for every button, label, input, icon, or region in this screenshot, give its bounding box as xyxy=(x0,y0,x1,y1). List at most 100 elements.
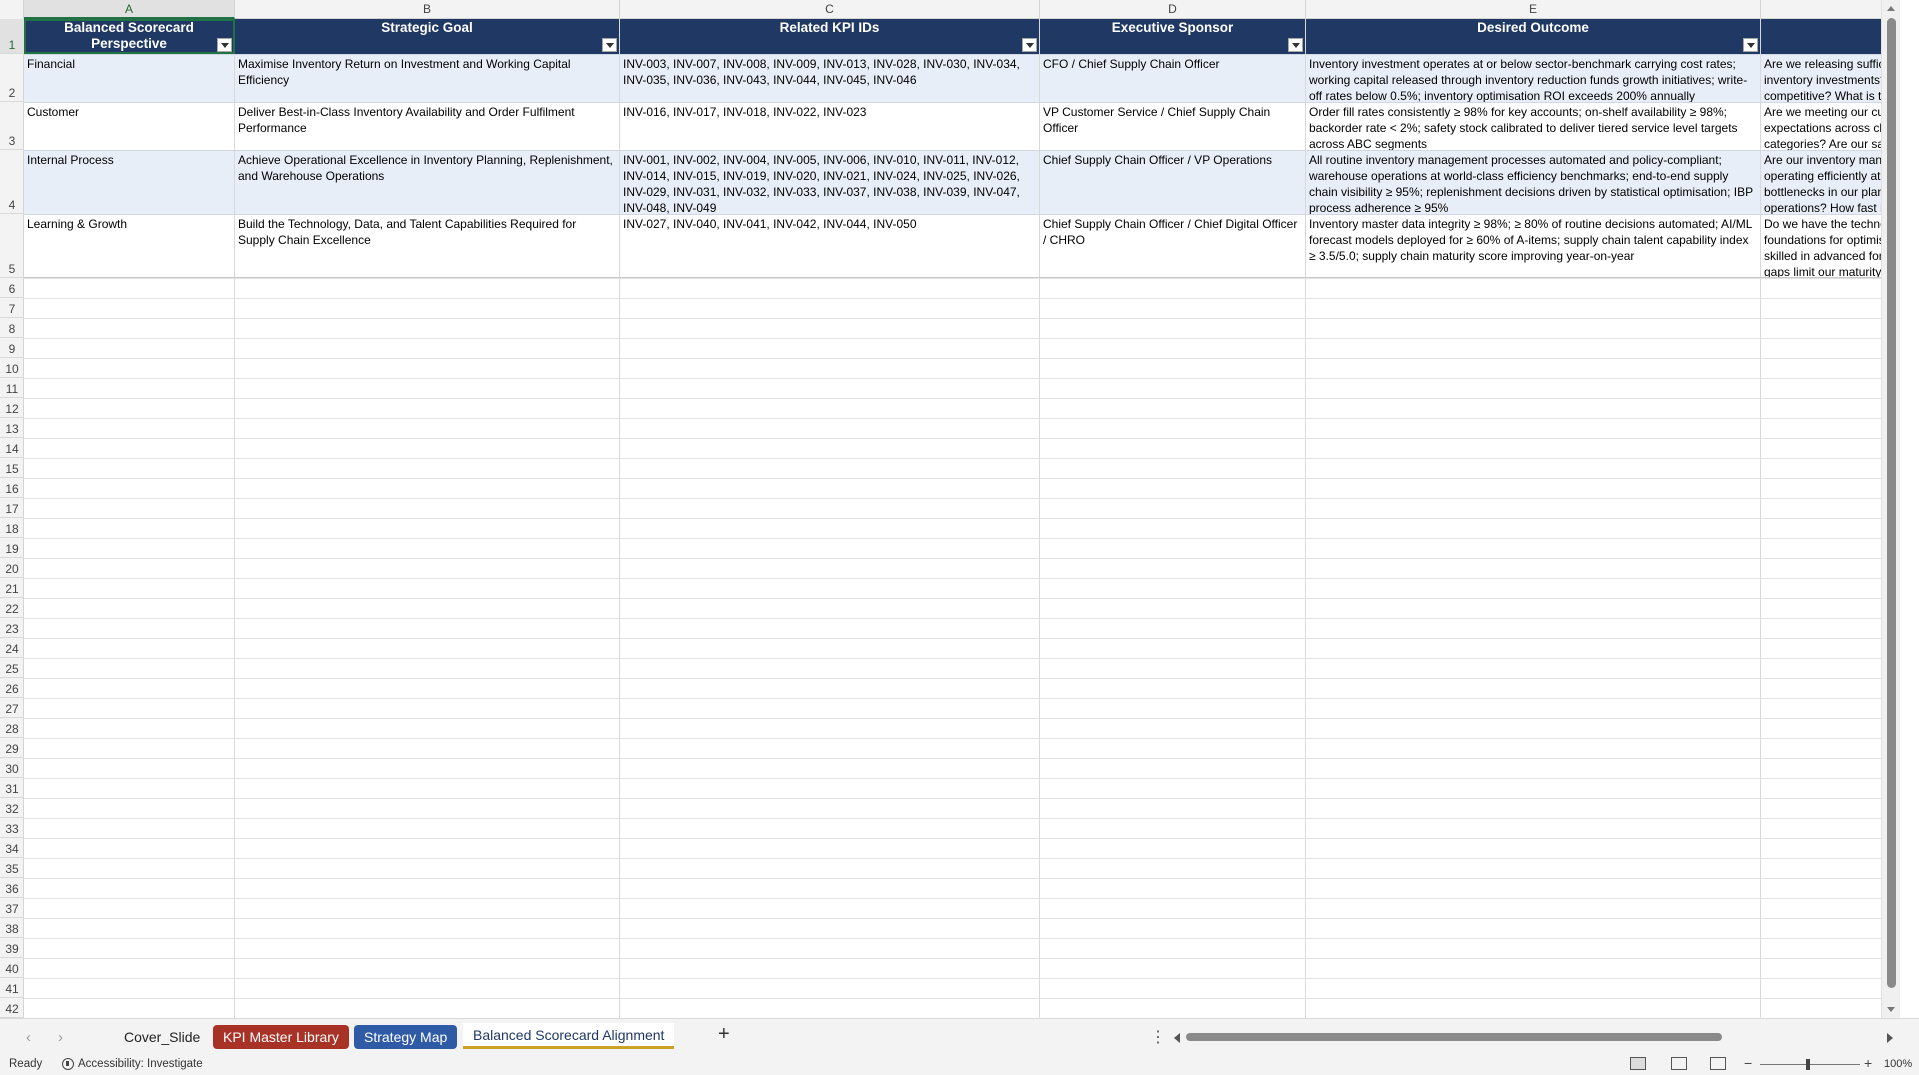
next-sheet-icon[interactable]: › xyxy=(58,1029,63,1046)
column-header-c[interactable]: C xyxy=(620,0,1040,19)
column-header-d[interactable]: D xyxy=(1040,0,1306,19)
cell-kpi-ids[interactable]: INV-016, INV-017, INV-018, INV-022, INV-… xyxy=(620,102,1039,150)
row-header-23[interactable]: 23 xyxy=(0,618,24,638)
filter-dropdown-icon[interactable] xyxy=(1022,38,1037,52)
zoom-level[interactable]: 100% xyxy=(1884,1058,1912,1070)
tab-cover-slide[interactable]: Cover_Slide xyxy=(114,1025,210,1049)
column-header-e[interactable]: E xyxy=(1306,0,1761,19)
cell-kpi-ids[interactable]: INV-003, INV-007, INV-008, INV-009, INV-… xyxy=(620,54,1039,102)
cell-strategic-goal[interactable]: Maximise Inventory Return on Investment … xyxy=(235,54,619,102)
row-header-19[interactable]: 19 xyxy=(0,538,24,558)
horizontal-scrollbar[interactable] xyxy=(1172,1027,1897,1047)
row-header-29[interactable]: 29 xyxy=(0,738,24,758)
cell-key-question[interactable]: Are we meeting our customers' availabili… xyxy=(1761,102,1900,150)
row-header-24[interactable]: 24 xyxy=(0,638,24,658)
tab-balanced-scorecard-alignment[interactable]: Balanced Scorecard Alignment xyxy=(463,1023,675,1049)
accessibility-status[interactable]: Accessibility: Investigate xyxy=(62,1058,203,1070)
row-header-5[interactable]: 5 xyxy=(0,214,24,278)
header-cell-perspective[interactable]: Balanced Scorecard Perspective xyxy=(24,19,234,54)
scroll-up-icon[interactable] xyxy=(1887,6,1895,11)
row-header-26[interactable]: 26 xyxy=(0,678,24,698)
page-break-icon[interactable] xyxy=(1710,1057,1726,1070)
row-header-6[interactable]: 6 xyxy=(0,278,24,298)
row-header-7[interactable]: 7 xyxy=(0,298,24,318)
row-header-10[interactable]: 10 xyxy=(0,358,24,378)
row-header-3[interactable]: 3 xyxy=(0,102,24,150)
row-header-9[interactable]: 9 xyxy=(0,338,24,358)
cell-perspective[interactable]: Learning & Growth xyxy=(24,214,234,278)
cell-executive-sponsor[interactable]: Chief Supply Chain Officer / Chief Digit… xyxy=(1040,214,1305,278)
cell-executive-sponsor[interactable]: Chief Supply Chain Officer / VP Operatio… xyxy=(1040,150,1305,214)
row-header-34[interactable]: 34 xyxy=(0,838,24,858)
row-header-38[interactable]: 38 xyxy=(0,918,24,938)
header-cell-kpi-ids[interactable]: Related KPI IDs xyxy=(620,19,1039,54)
select-all-corner[interactable] xyxy=(0,0,24,19)
row-header-40[interactable]: 40 xyxy=(0,958,24,978)
zoom-in-button[interactable]: + xyxy=(1864,1055,1872,1071)
row-header-30[interactable]: 30 xyxy=(0,758,24,778)
row-header-39[interactable]: 39 xyxy=(0,938,24,958)
row-header-41[interactable]: 41 xyxy=(0,978,24,998)
header-cell-col-f[interactable] xyxy=(1761,19,1900,54)
header-cell-executive-sponsor[interactable]: Executive Sponsor xyxy=(1040,19,1305,54)
row-header-36[interactable]: 36 xyxy=(0,878,24,898)
row-header-31[interactable]: 31 xyxy=(0,778,24,798)
row-header-12[interactable]: 12 xyxy=(0,398,24,418)
cell-key-question[interactable]: Do we have the technology and data found… xyxy=(1761,214,1900,278)
cell-perspective[interactable]: Customer xyxy=(24,102,234,150)
row-header-18[interactable]: 18 xyxy=(0,518,24,538)
cell-desired-outcome[interactable]: Inventory investment operates at or belo… xyxy=(1306,54,1760,102)
scroll-right-icon[interactable] xyxy=(1887,1033,1893,1043)
row-header-32[interactable]: 32 xyxy=(0,798,24,818)
cell-executive-sponsor[interactable]: VP Customer Service / Chief Supply Chain… xyxy=(1040,102,1305,150)
scroll-down-icon[interactable] xyxy=(1887,1007,1895,1012)
more-options-icon[interactable]: ⋮ xyxy=(1150,1027,1166,1047)
cell-desired-outcome[interactable]: Order fill rates consistently ≥ 98% for … xyxy=(1306,102,1760,150)
row-header-8[interactable]: 8 xyxy=(0,318,24,338)
zoom-out-button[interactable]: − xyxy=(1744,1055,1752,1071)
row-header-1[interactable]: 1 xyxy=(0,19,24,54)
row-header-35[interactable]: 35 xyxy=(0,858,24,878)
filter-dropdown-icon[interactable] xyxy=(1288,38,1303,52)
row-header-27[interactable]: 27 xyxy=(0,698,24,718)
cell-perspective[interactable]: Financial xyxy=(24,54,234,102)
column-header-a[interactable]: A xyxy=(24,0,235,19)
cell-kpi-ids[interactable]: INV-027, INV-040, INV-041, INV-042, INV-… xyxy=(620,214,1039,278)
row-header-15[interactable]: 15 xyxy=(0,458,24,478)
row-header-17[interactable]: 17 xyxy=(0,498,24,518)
tab-kpi-master-library[interactable]: KPI Master Library xyxy=(213,1025,349,1049)
spreadsheet-grid[interactable]: A B C D E 1 2 3 4 5 6 7 8 9 10 11 12 13 … xyxy=(0,0,1900,1018)
row-header-33[interactable]: 33 xyxy=(0,818,24,838)
row-header-11[interactable]: 11 xyxy=(0,378,24,398)
row-header-4[interactable]: 4 xyxy=(0,150,24,214)
cell-executive-sponsor[interactable]: CFO / Chief Supply Chain Officer xyxy=(1040,54,1305,102)
normal-view-icon[interactable] xyxy=(1630,1057,1646,1070)
vertical-scrollbar[interactable] xyxy=(1881,0,1900,1018)
cell-strategic-goal[interactable]: Deliver Best-in-Class Inventory Availabi… xyxy=(235,102,619,150)
scroll-left-icon[interactable] xyxy=(1174,1033,1180,1043)
row-header-28[interactable]: 28 xyxy=(0,718,24,738)
cell-strategic-goal[interactable]: Build the Technology, Data, and Talent C… xyxy=(235,214,619,278)
filter-dropdown-icon[interactable] xyxy=(602,38,617,52)
column-header-b[interactable]: B xyxy=(235,0,620,19)
row-header-13[interactable]: 13 xyxy=(0,418,24,438)
cell-key-question[interactable]: Are we releasing sufficient working capi… xyxy=(1761,54,1900,102)
cell-strategic-goal[interactable]: Achieve Operational Excellence in Invent… xyxy=(235,150,619,214)
filter-dropdown-icon[interactable] xyxy=(1743,38,1758,52)
page-layout-icon[interactable] xyxy=(1671,1057,1687,1070)
row-header-16[interactable]: 16 xyxy=(0,478,24,498)
cell-kpi-ids[interactable]: INV-001, INV-002, INV-004, INV-005, INV-… xyxy=(620,150,1039,214)
zoom-slider-handle[interactable] xyxy=(1806,1059,1810,1070)
filter-dropdown-icon[interactable] xyxy=(217,38,232,52)
cell-desired-outcome[interactable]: All routine inventory management process… xyxy=(1306,150,1760,214)
row-header-2[interactable]: 2 xyxy=(0,54,24,102)
add-sheet-button[interactable]: + xyxy=(718,1023,730,1046)
row-header-42[interactable]: 42 xyxy=(0,998,24,1018)
row-header-22[interactable]: 22 xyxy=(0,598,24,618)
header-cell-desired-outcome[interactable]: Desired Outcome xyxy=(1306,19,1760,54)
row-header-37[interactable]: 37 xyxy=(0,898,24,918)
cell-key-question[interactable]: Are our inventory management processes o… xyxy=(1761,150,1900,214)
tab-strategy-map[interactable]: Strategy Map xyxy=(354,1025,458,1049)
header-cell-strategic-goal[interactable]: Strategic Goal xyxy=(235,19,619,54)
row-header-20[interactable]: 20 xyxy=(0,558,24,578)
